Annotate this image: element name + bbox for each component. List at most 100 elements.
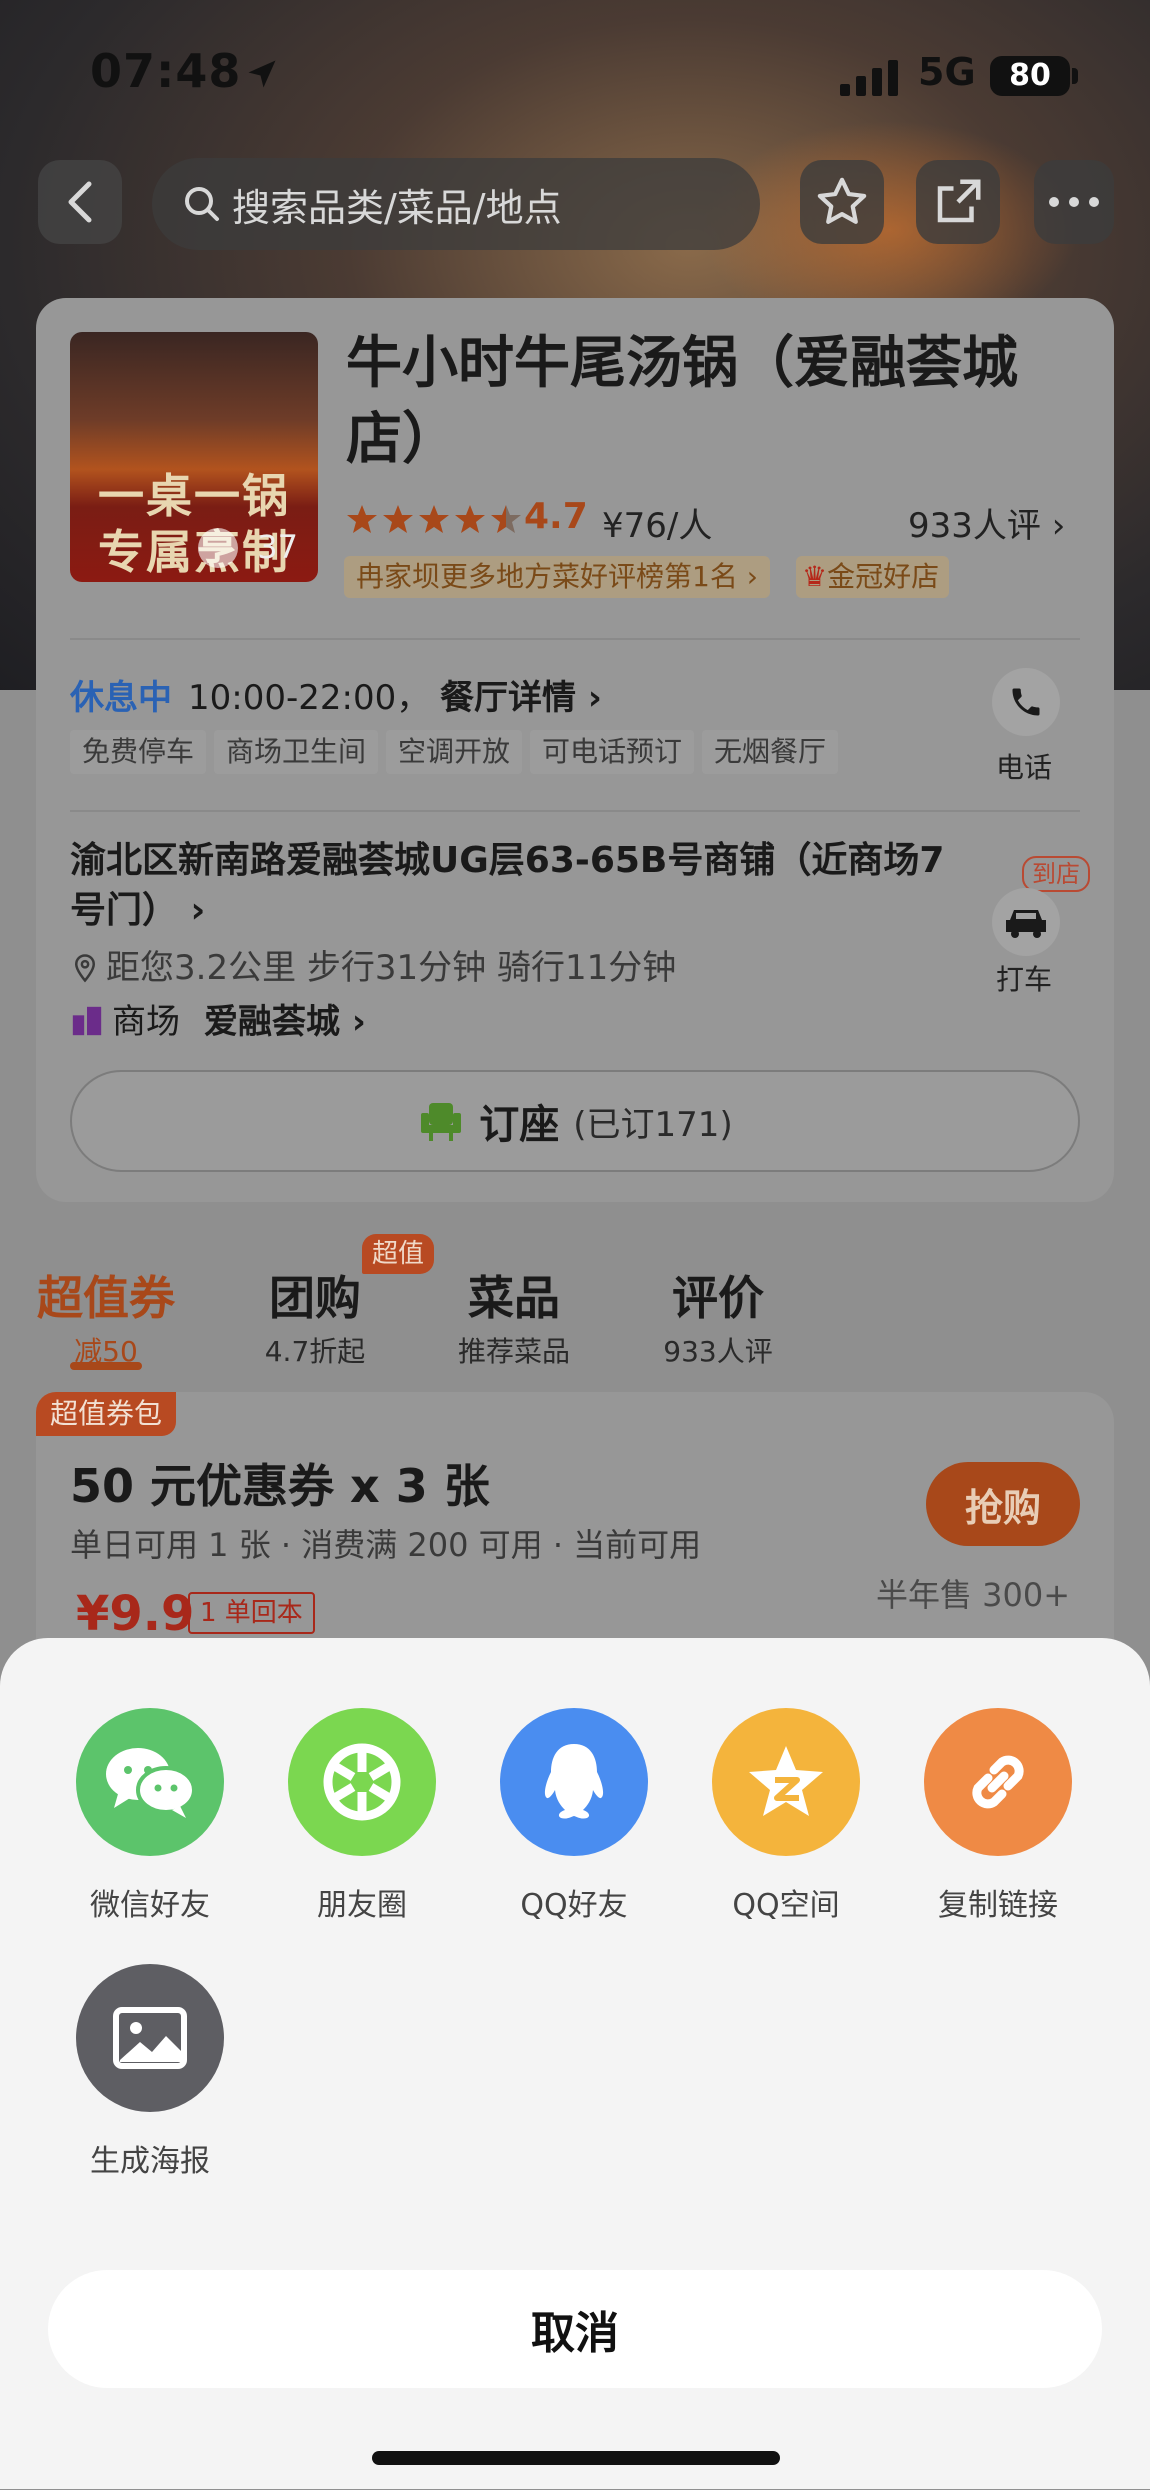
star-icon — [817, 177, 867, 224]
tab-group-buy[interactable]: 团购 4.7折起 — [250, 1262, 380, 1370]
tab-title: 评价 — [672, 1271, 764, 1325]
qzone-icon — [749, 1746, 823, 1816]
search-icon — [185, 187, 219, 221]
search-placeholder: 搜索品类/菜品/地点 — [232, 185, 562, 230]
booked-count: (已订171) — [573, 1104, 733, 1145]
business-hours: 10:00-22:00， — [188, 678, 431, 718]
active-tab-indicator — [70, 1362, 142, 1370]
shop-photo[interactable]: 一桌一锅 专属烹制 37 — [70, 332, 318, 582]
facility-tag: 商场卫生间 — [214, 730, 379, 774]
share-icon — [937, 179, 981, 223]
photo-count: 37 — [257, 528, 298, 566]
seat-icon — [421, 1103, 462, 1141]
favorite-button[interactable] — [800, 160, 884, 244]
mall-icon — [72, 1006, 102, 1036]
restaurant-details-label: 餐厅详情 — [440, 678, 576, 718]
coupon-pack-badge: 超值券包 — [36, 1392, 177, 1436]
phone-button[interactable] — [992, 668, 1060, 736]
divider — [70, 638, 1080, 640]
sold-count: 半年售 300+ — [876, 1576, 1071, 1614]
facility-tag: 无烟餐厅 — [702, 730, 839, 774]
phone-icon — [1012, 688, 1040, 716]
shop-address[interactable]: 渝北区新南路爱融荟城UG层63-65B号商铺（近商场7号门） › — [70, 836, 950, 936]
share-label: 复制链接 — [938, 1888, 1058, 1923]
review-count: 933人评 — [908, 506, 1041, 546]
crown-icon: ♛ — [802, 560, 828, 593]
business-status: 休息中 — [70, 678, 172, 718]
share-copy-link[interactable]: 复制链接 — [908, 1708, 1088, 1924]
value-badge: 超值 — [362, 1234, 435, 1274]
divider — [70, 810, 1080, 812]
share-qzone[interactable]: QQ空间 — [696, 1708, 876, 1924]
mall-row[interactable]: 商场 — [70, 994, 180, 1043]
tab-subtitle: 933人评 — [663, 1335, 773, 1368]
battery-cap — [1072, 68, 1078, 84]
coupon-price: ¥9.9 — [76, 1586, 195, 1642]
avg-price: ¥76/人 — [602, 506, 713, 546]
tab-dishes[interactable]: 菜品 推荐菜品 — [446, 1262, 582, 1370]
back-icon — [68, 181, 92, 223]
payback-tag: 1 单回本 — [188, 1592, 315, 1634]
restaurant-details-link[interactable]: 餐厅详情 › — [440, 670, 602, 719]
wechat-icon — [106, 1748, 196, 1818]
tab-title: 菜品 — [468, 1271, 560, 1325]
share-label: 微信好友 — [90, 1888, 210, 1923]
home-indicator[interactable] — [372, 2451, 780, 2465]
review-count-link[interactable]: 933人评 › — [908, 498, 1065, 547]
battery-icon: 80 — [990, 56, 1070, 96]
back-button[interactable] — [38, 160, 122, 244]
link-icon — [972, 1755, 1024, 1809]
taxi-button[interactable] — [992, 888, 1060, 956]
share-button[interactable] — [916, 160, 1000, 244]
mall-name: 爱融荟城 — [204, 1002, 340, 1042]
tab-coupons[interactable]: 超值券 减50 — [36, 1262, 176, 1370]
tab-reviews[interactable]: 评价 933人评 — [650, 1262, 786, 1370]
tab-title: 超值券 — [37, 1271, 175, 1325]
coupon-title: 50 元优惠券 x 3 张 — [70, 1459, 490, 1513]
rating-stars-icon — [347, 505, 521, 533]
more-icon — [1049, 197, 1099, 207]
tab-title: 团购 — [269, 1271, 361, 1325]
share-label: QQ空间 — [732, 1888, 840, 1923]
share-label: 朋友圈 — [317, 1888, 407, 1923]
tab-subtitle: 4.7折起 — [264, 1335, 366, 1368]
moments-icon — [323, 1743, 401, 1821]
share-qq-friend[interactable]: QQ好友 — [484, 1708, 664, 1924]
distance-info: 距您3.2公里 步行31分钟 骑行11分钟 — [70, 940, 676, 989]
phone-label: 电话 — [996, 751, 1053, 784]
distance-text: 距您3.2公里 步行31分钟 骑行11分钟 — [106, 948, 677, 988]
location-pin-icon — [74, 954, 96, 983]
share-generate-poster[interactable]: 生成海报 — [60, 1964, 240, 2180]
tab-subtitle: 推荐菜品 — [457, 1335, 570, 1368]
crown-text: 金冠好店 — [827, 560, 940, 593]
share-wechat-friend[interactable]: 微信好友 — [60, 1708, 240, 1924]
grab-button[interactable]: 抢购 — [926, 1462, 1080, 1546]
book-seat-label: 订座 — [479, 1102, 560, 1148]
share-label: QQ好友 — [520, 1888, 628, 1923]
rating-score: 4.7 — [524, 496, 588, 537]
mall-label: 商场 — [112, 1002, 180, 1042]
shop-name: 牛小时牛尾汤锅（爱融荟城店） — [346, 331, 1018, 472]
network-type: 5G — [918, 50, 976, 94]
more-button[interactable] — [1034, 160, 1114, 244]
mall-name-link[interactable]: 爱融荟城 › — [204, 994, 366, 1043]
coupon-pack-label: 超值券包 — [50, 1397, 163, 1430]
qq-icon — [544, 1744, 604, 1819]
camera-icon — [198, 528, 238, 568]
cancel-button[interactable]: 取消 — [48, 2270, 1102, 2388]
taxi-label: 打车 — [996, 963, 1053, 996]
signal-icon — [840, 56, 900, 96]
arrive-tag: 到店 — [1022, 856, 1090, 892]
crown-tag: ♛金冠好店 — [796, 556, 950, 598]
location-arrow-icon — [248, 60, 276, 88]
poster-icon — [113, 2007, 187, 2069]
share-moments[interactable]: 朋友圈 — [272, 1708, 452, 1924]
ranking-text: 冉家坝更多地方菜好评榜第1名 — [356, 560, 738, 593]
facility-tag: 免费停车 — [70, 730, 207, 774]
facility-tag: 可电话预订 — [530, 730, 695, 774]
coupon-rules: 单日可用 1 张 · 消费满 200 可用 · 当前可用 — [70, 1526, 702, 1564]
book-seat-button[interactable]: 订座 (已订171) — [70, 1070, 1080, 1172]
ranking-tag[interactable]: 冉家坝更多地方菜好评榜第1名 › — [344, 556, 770, 598]
share-label: 生成海报 — [90, 2144, 210, 2179]
search-bar[interactable]: 搜索品类/菜品/地点 — [152, 158, 760, 250]
